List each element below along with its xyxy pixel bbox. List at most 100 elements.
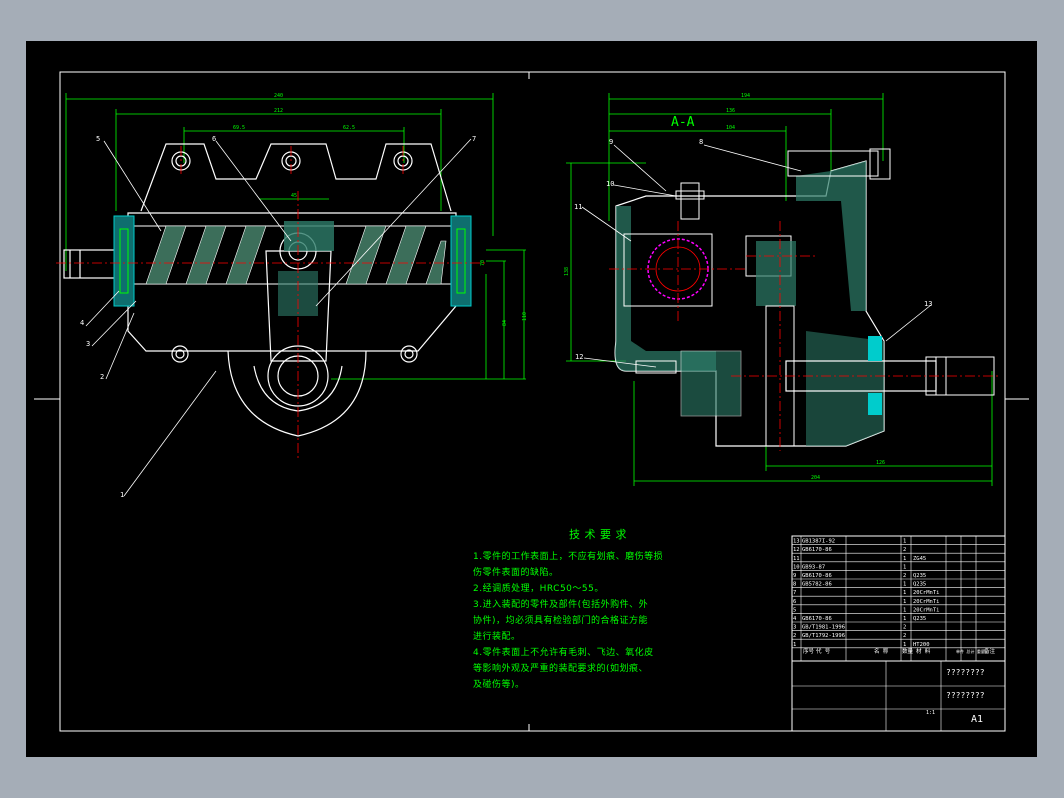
svg-text:204: 204 xyxy=(811,475,820,481)
svg-text:1: 1 xyxy=(120,491,124,499)
tech-req-line: 4.零件表面上不允许有毛刺、飞边、氧化皮 xyxy=(473,648,654,658)
svg-text:84: 84 xyxy=(502,320,508,326)
tech-requirements: 技 术 要 求 1.零件的工作表面上，不应有划痕、磨伤等损 伤零件表面的缺陷。 … xyxy=(473,527,723,693)
bom-row-material: 20CrMnTi xyxy=(913,599,940,605)
bom-row-code: GB93-87 xyxy=(802,564,825,570)
bom-row-qty: 2 xyxy=(903,547,906,553)
drawing-sheet: 240 212 69.5 62.5 45 110 84 70 5 6 7 4 3… xyxy=(26,41,1037,757)
bom-row-code: GB1387I-92 xyxy=(802,539,835,545)
bom-row-no: 11 xyxy=(793,556,800,562)
svg-text:136: 136 xyxy=(726,108,735,114)
bom-row-no: 2 xyxy=(793,633,796,639)
bom-row-material: ZG45 xyxy=(913,556,926,562)
bom-row-no: 1 xyxy=(793,642,796,648)
bom-row-qty: 1 xyxy=(903,590,906,596)
bom-row-no: 4 xyxy=(793,616,797,622)
bom-header-name: 名 称 xyxy=(874,647,889,655)
bom-header-qty: 数量 xyxy=(902,647,914,655)
tech-req-line: 进行装配。 xyxy=(473,632,521,642)
bom-row-no: 3 xyxy=(793,625,796,631)
bom-row-qty: 1 xyxy=(903,607,906,613)
bom-header-note: 备注 xyxy=(984,647,996,655)
bom-row-no: 8 xyxy=(793,582,796,588)
svg-text:194: 194 xyxy=(741,93,750,99)
svg-text:12: 12 xyxy=(575,353,583,361)
bom-row-material: Q235 xyxy=(913,616,926,622)
left-dimension-labels: 240 212 69.5 62.5 45 110 84 70 xyxy=(233,93,528,326)
svg-text:11: 11 xyxy=(574,203,582,211)
bom-row-qty: 1 xyxy=(903,582,906,588)
bom-row-code: GB5782-86 xyxy=(802,582,832,588)
left-callout-labels: 5 6 7 4 3 2 1 xyxy=(80,135,476,499)
bom-row-no: 12 xyxy=(793,547,800,553)
title-1: ???????? xyxy=(946,668,985,677)
bom-row-material: Q235 xyxy=(913,582,926,588)
svg-text:69.5: 69.5 xyxy=(233,125,245,131)
bom-row-qty: 1 xyxy=(903,539,906,545)
bom-row-code: GB/T1981-1996 xyxy=(802,625,845,631)
svg-text:10: 10 xyxy=(606,180,614,188)
bom-row-material: 20CrMnTi xyxy=(913,607,940,613)
bom-header-no: 序号 xyxy=(803,647,815,655)
worm-screw xyxy=(113,215,472,316)
title-2: ???????? xyxy=(946,691,985,700)
svg-text:5: 5 xyxy=(96,135,100,143)
tech-req-line: 及碰伤等)。 xyxy=(473,680,525,690)
bom-row-qty: 2 xyxy=(903,573,906,579)
svg-text:62.5: 62.5 xyxy=(343,125,355,131)
svg-text:6: 6 xyxy=(212,135,216,143)
svg-text:212: 212 xyxy=(274,108,283,114)
scale: 1:1 xyxy=(926,710,935,716)
tech-req-line: 2.经调质处理，HRC50～55。 xyxy=(473,584,604,594)
bom-row-no: 13 xyxy=(793,539,800,545)
left-view: 240 212 69.5 62.5 45 110 84 70 5 6 7 4 3… xyxy=(56,93,528,499)
svg-text:9: 9 xyxy=(609,138,613,146)
bom-row-qty: 1 xyxy=(903,599,906,605)
bom-row-material: Q235 xyxy=(913,573,926,579)
bom-row-no: 5 xyxy=(793,607,796,613)
svg-text:110: 110 xyxy=(522,312,528,321)
tech-requirements-title: 技 术 要 求 xyxy=(569,528,627,541)
bom-row-material: HT200 xyxy=(913,642,930,648)
tech-req-line: 1.零件的工作表面上，不应有划痕、磨伤等损 xyxy=(473,552,664,562)
tech-req-line: 伤零件表面的缺陷。 xyxy=(473,568,559,578)
bom-row-material: 20CrMnTi xyxy=(913,590,940,596)
right-housing xyxy=(614,148,995,447)
svg-text:138: 138 xyxy=(564,267,570,276)
bom-row-qty: 1 xyxy=(903,642,906,648)
right-view: 194 136 104 138 204 126 A-A 9 8 10 11 12… xyxy=(564,93,1001,486)
sheet-size: A1 xyxy=(971,714,983,725)
section-label: A-A xyxy=(671,115,695,130)
bom-header-code: 代 号 xyxy=(816,647,831,655)
bom-row-code: GB6170-86 xyxy=(802,616,832,622)
tech-req-line: 等影响外观及严重的装配要求的(如划痕、 xyxy=(473,664,649,674)
svg-text:13: 13 xyxy=(924,300,932,308)
svg-text:3: 3 xyxy=(86,340,90,348)
right-centerlines xyxy=(609,221,1001,451)
svg-text:240: 240 xyxy=(274,93,283,99)
bom-row-qty: 1 xyxy=(903,564,906,570)
tech-req-line: 3.进入装配的零件及部件(包括外购件、外 xyxy=(473,600,649,610)
svg-text:2: 2 xyxy=(100,373,104,381)
bom-row-qty: 1 xyxy=(903,616,906,622)
bom-row-no: 9 xyxy=(793,573,796,579)
svg-text:126: 126 xyxy=(876,460,885,466)
bom-row-code: GB6170-86 xyxy=(802,573,832,579)
svg-text:4: 4 xyxy=(80,319,84,327)
left-callouts xyxy=(85,138,472,497)
bom-row-qty: 2 xyxy=(903,633,906,639)
svg-text:8: 8 xyxy=(699,138,703,146)
bom-row-qty: 2 xyxy=(903,625,906,631)
svg-text:104: 104 xyxy=(726,125,735,131)
svg-text:45: 45 xyxy=(291,193,297,199)
bom-row-code: GB/T1792-1996 xyxy=(802,633,845,639)
tech-req-line: 协件)，均必须具有检验部门的合格证方能 xyxy=(473,616,649,626)
bom-header-weight: 单件 总计 重量 xyxy=(956,648,985,654)
bom-header-mat: 材 料 xyxy=(916,647,931,655)
bom-row-no: 7 xyxy=(793,590,796,596)
bom-row-code: GB6170-86 xyxy=(802,547,832,553)
svg-text:7: 7 xyxy=(472,135,476,143)
bom-row-no: 6 xyxy=(793,599,796,605)
bom-row-no: 10 xyxy=(793,564,800,570)
title-block: 13 GB1387I-92 112 GB6170-86 211 1 ZG4510 GB93-8… xyxy=(791,535,1006,732)
